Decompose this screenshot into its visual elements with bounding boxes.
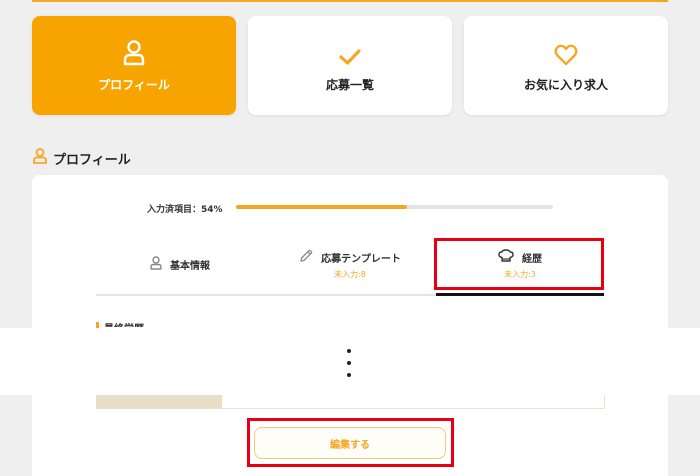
nav-card-label: お気に入り求人: [523, 78, 608, 92]
progress-label: 入力済項目：54%: [147, 205, 223, 215]
tab-basic-info[interactable]: 基本情報: [96, 240, 264, 288]
highlight-box-career-tab: [434, 238, 604, 290]
tab-label: 応募テンプレート: [321, 253, 401, 265]
user-icon: [33, 148, 53, 168]
nav-card-profile[interactable]: プロフィール: [32, 16, 236, 115]
check-icon: [339, 38, 361, 66]
tab-application-template[interactable]: 応募テンプレート 未入力:8: [266, 240, 434, 288]
nav-card-applications[interactable]: 応募一覧: [248, 16, 452, 115]
heart-icon: [554, 38, 578, 66]
section-title: プロフィール: [33, 148, 131, 168]
section-title-text: プロフィール: [53, 152, 131, 168]
vertical-ellipsis-icon: [347, 349, 352, 385]
progress-fill: [236, 205, 408, 209]
tab-active-indicator: [436, 293, 604, 296]
nav-card-label: 応募一覧: [325, 78, 374, 92]
highlight-box-edit-button: [247, 418, 454, 467]
career-heading: 最終学歴: [104, 320, 144, 327]
nav-card-label: プロフィール: [98, 78, 170, 92]
user-icon: [150, 255, 170, 273]
progress-bar: [236, 205, 553, 209]
tab-label: 基本情報: [170, 260, 210, 272]
pencil-icon: [299, 249, 321, 266]
nav-card-favorites[interactable]: お気に入り求人: [464, 16, 668, 115]
user-icon: [123, 38, 145, 66]
tab-missing-count: 未入力:8: [334, 269, 366, 279]
tabs-divider: [96, 294, 436, 296]
career-table-header-cell: [96, 395, 222, 409]
top-accent-line: [32, 0, 668, 2]
